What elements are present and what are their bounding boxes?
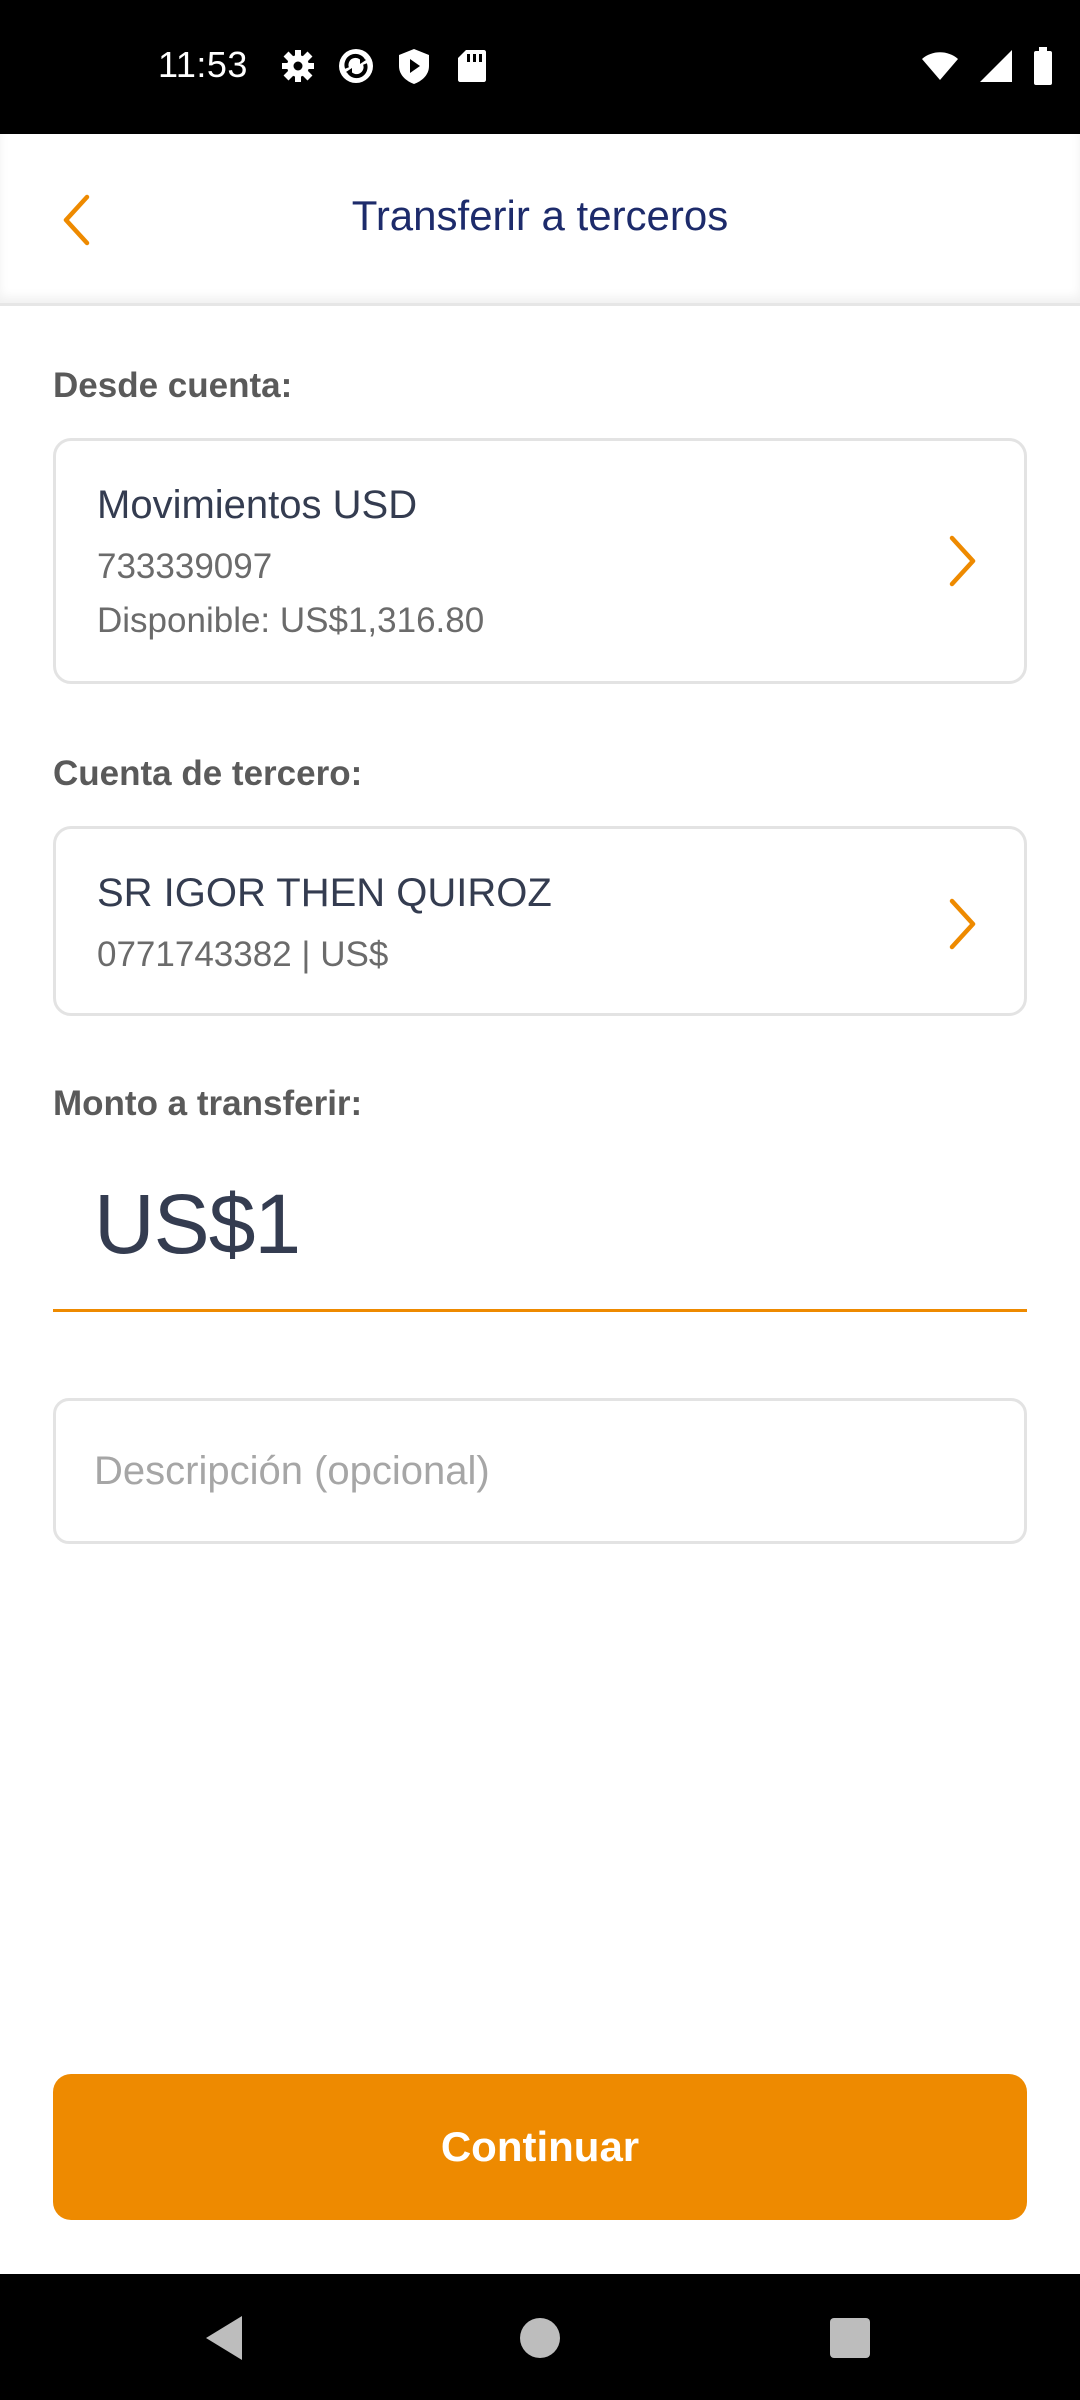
sd-card-icon (452, 46, 492, 86)
from-account-number: 733339097 (97, 547, 273, 586)
signal-icon (978, 46, 1014, 86)
shield-icon (394, 46, 434, 86)
status-bar: 11:53 (0, 0, 1080, 134)
page-title: Transferir a terceros (351, 192, 729, 239)
sync-icon (336, 46, 376, 86)
chevron-right-icon (949, 898, 976, 950)
from-account-card[interactable]: Movimientos USD 733339097 Disponible: US… (53, 438, 1027, 684)
description-input[interactable] (94, 1401, 974, 1541)
system-nav-bar (0, 2274, 1080, 2400)
chevron-right-icon (949, 535, 976, 587)
status-time: 11:53 (158, 44, 248, 85)
third-party-details: 0771743382 | US$ (97, 935, 389, 974)
app-header: Transferir a terceros (0, 134, 1080, 306)
amount-underline (53, 1309, 1027, 1312)
status-icons-left (278, 46, 492, 86)
description-field[interactable] (53, 1398, 1027, 1544)
back-triangle-icon[interactable] (204, 2314, 244, 2362)
from-account-available: Disponible: US$1,316.80 (97, 601, 485, 640)
recents-square-icon[interactable] (830, 2318, 870, 2358)
wifi-icon (920, 46, 960, 86)
home-circle-icon[interactable] (520, 2318, 560, 2358)
settings-icon (278, 46, 318, 86)
from-account-name: Movimientos USD (97, 483, 418, 527)
status-icons-right (920, 46, 1054, 86)
third-party-card[interactable]: SR IGOR THEN QUIROZ 0771743382 | US$ (53, 826, 1027, 1016)
amount-input[interactable]: US$1 (94, 1176, 301, 1273)
third-party-label: Cuenta de tercero: (53, 754, 363, 793)
third-party-name: SR IGOR THEN QUIROZ (97, 871, 552, 915)
from-account-label: Desde cuenta: (53, 366, 293, 405)
continue-button[interactable]: Continuar (53, 2074, 1027, 2220)
amount-label: Monto a transferir: (53, 1084, 363, 1123)
battery-icon (1032, 46, 1054, 86)
